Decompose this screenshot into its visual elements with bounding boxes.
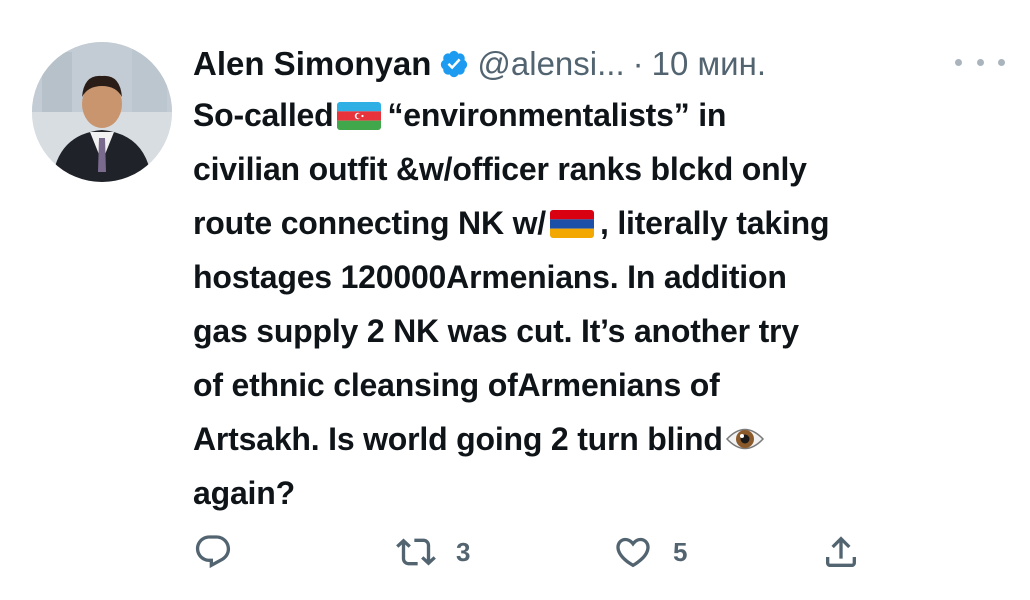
tweet-line: civilian outfit &w/officer ranks blckd o…: [193, 151, 807, 187]
more-dot: [955, 58, 962, 66]
more-dot: [998, 58, 1005, 66]
separator-dot: ·: [632, 45, 644, 82]
tweet-line: of ethnic cleansing ofArmenians of: [193, 367, 720, 403]
reply-icon: [195, 535, 231, 569]
share-button[interactable]: [821, 527, 861, 577]
more-dot: [976, 58, 984, 66]
tweet-text: So-called “environmentalists” in civilian…: [193, 88, 1013, 520]
tweet-line: gas supply 2 NK was cut. It’s another tr…: [193, 313, 799, 349]
retweet-button[interactable]: 3: [396, 527, 470, 577]
tweet-timestamp[interactable]: 10 мин.: [652, 45, 766, 83]
tweet-line: route connecting NK w/, literally taking: [193, 205, 830, 241]
retweet-icon: [396, 538, 436, 566]
author-handle[interactable]: @alensi...: [477, 45, 624, 83]
eye-icon: [725, 418, 765, 452]
retweet-count: 3: [456, 536, 471, 567]
tweet-line: again?: [193, 475, 295, 511]
reply-button[interactable]: [193, 527, 233, 577]
armenia-flag-icon: [549, 210, 594, 238]
heart-icon: [616, 537, 650, 568]
tweet-line: hostages 120000Armenians. In addition: [193, 259, 787, 295]
more-options-icon[interactable]: [955, 50, 1005, 74]
tweet-header: Alen Simonyan @alensi... · 10 мин.: [193, 38, 766, 90]
verified-badge-icon: [441, 50, 468, 78]
like-button[interactable]: 5: [613, 527, 687, 577]
like-count: 5: [673, 536, 688, 567]
avatar[interactable]: [32, 42, 172, 182]
tweet-line: Artsakh. Is world going 2 turn blind: [193, 412, 1013, 466]
azerbaijan-flag-icon: [337, 102, 382, 130]
share-icon: [826, 536, 856, 567]
tweet-actions: 3 5: [193, 527, 893, 577]
author-name[interactable]: Alen Simonyan: [193, 45, 431, 83]
tweet-line: So-called “environmentalists” in: [193, 97, 727, 133]
